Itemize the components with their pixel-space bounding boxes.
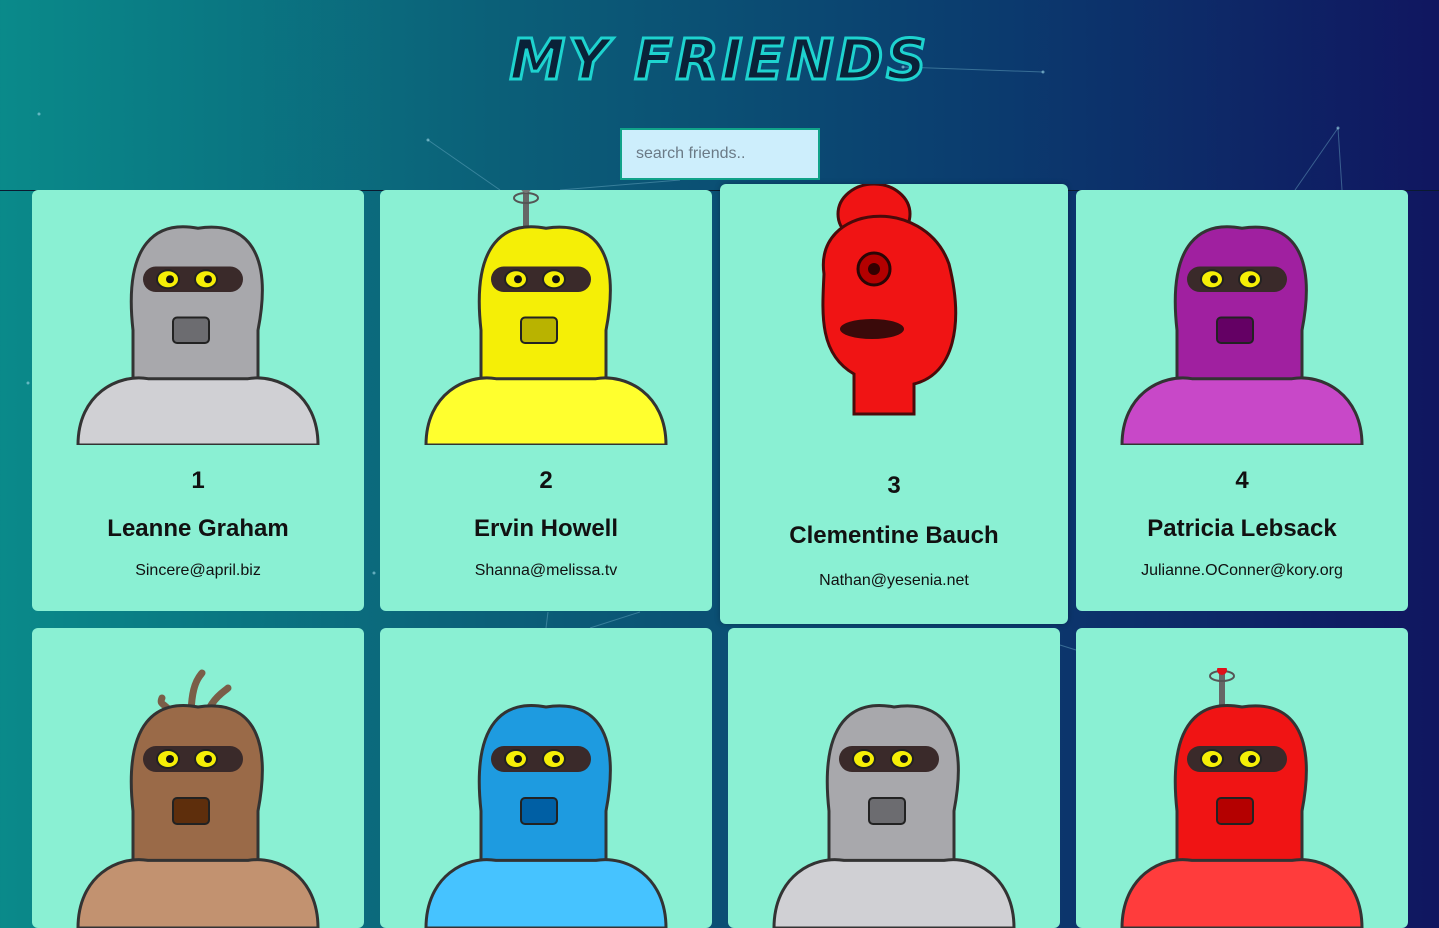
friend-card[interactable] bbox=[32, 628, 364, 928]
cyclops-robot-icon bbox=[720, 184, 1068, 448]
page-title: MY FRIENDS bbox=[508, 27, 930, 95]
friend-email: Nathan@yesenia.net bbox=[819, 572, 969, 589]
egg-robot-icon bbox=[1076, 190, 1408, 447]
friend-id: 1 bbox=[191, 467, 205, 494]
friend-card[interactable]: 3 Clementine Bauch Nathan@yesenia.net bbox=[720, 184, 1068, 624]
friend-card[interactable]: 4 Patricia Lebsack Julianne.OConner@kory.o… bbox=[1076, 190, 1408, 611]
friend-name: Leanne Graham bbox=[107, 515, 289, 542]
friend-email: Sincere@april.biz bbox=[135, 562, 261, 579]
helmet-robot-icon bbox=[728, 668, 1060, 928]
antenna-robot-icon bbox=[380, 190, 712, 447]
friend-card[interactable]: 1 Leanne Graham Sincere@april.biz bbox=[32, 190, 364, 611]
page-header: MY FRIENDS bbox=[0, 0, 1439, 191]
friend-id: 2 bbox=[539, 467, 553, 494]
friend-id: 3 bbox=[887, 472, 901, 499]
friend-email: Shanna@melissa.tv bbox=[474, 562, 618, 579]
friend-name: Ervin Howell bbox=[473, 515, 619, 542]
antenna-robot-icon bbox=[1076, 665, 1408, 928]
friend-card[interactable]: 2 Ervin Howell Shanna@melissa.tv bbox=[380, 190, 712, 611]
friend-id: 4 bbox=[1235, 467, 1249, 494]
friend-card[interactable] bbox=[380, 628, 712, 928]
visor-robot-icon bbox=[380, 668, 712, 928]
friend-name: Clementine Bauch bbox=[789, 522, 999, 549]
friend-card[interactable] bbox=[1076, 628, 1408, 928]
sprout-robot-icon bbox=[32, 668, 364, 928]
knight-robot-icon bbox=[32, 190, 364, 447]
friend-card[interactable] bbox=[728, 628, 1060, 928]
friend-name: Patricia Lebsack bbox=[1147, 515, 1337, 542]
search-input[interactable] bbox=[620, 128, 820, 180]
friend-email: Julianne.OConner@kory.org bbox=[1141, 562, 1343, 579]
